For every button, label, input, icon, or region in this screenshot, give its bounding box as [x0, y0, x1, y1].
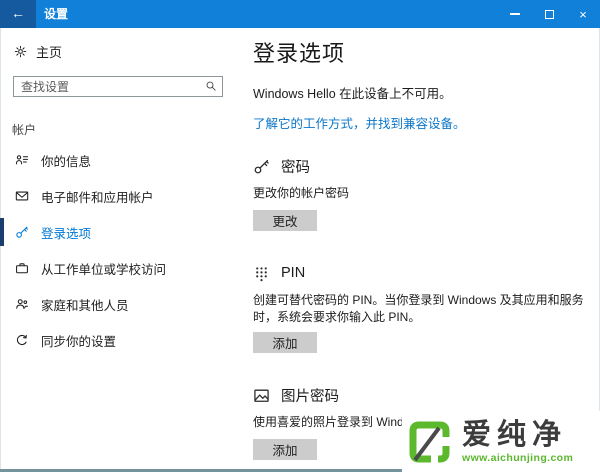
windows-hello-status: Windows Hello 在此设备上不可用。 — [253, 87, 452, 101]
email-icon — [15, 191, 29, 201]
add-pin-button[interactable]: 添加 — [253, 332, 317, 353]
back-arrow-icon: ← — [11, 5, 25, 21]
pin-section-header: PIN — [253, 263, 598, 283]
sidebar-section-label: 帐户 — [12, 123, 37, 137]
sidebar-item-label: 你的信息 — [41, 154, 92, 169]
window-title: 设置 — [44, 7, 69, 21]
picture-icon — [254, 389, 269, 402]
sidebar-item-home[interactable]: 主页 — [14, 41, 62, 61]
close-button[interactable]: × — [566, 0, 600, 28]
password-section-desc: 更改你的帐户密码 — [253, 186, 350, 200]
watermark-text: 爱纯净 www.aichunjing.com — [462, 420, 573, 464]
main-content: 登录选项 Windows Hello 在此设备上不可用。 了解它的工作方式，并找… — [253, 28, 598, 472]
settings-search — [13, 76, 223, 97]
sidebar-home-label: 主页 — [36, 44, 63, 60]
key-icon — [16, 226, 28, 238]
pin-pad-icon — [256, 266, 267, 281]
password-section-header: 密码 — [253, 156, 598, 176]
minimize-icon — [510, 13, 520, 15]
window-controls: × — [498, 0, 600, 28]
sidebar-item-sync-settings[interactable]: 同步你的设置 — [0, 322, 235, 358]
page-title: 登录选项 — [253, 41, 346, 66]
watermark-brand: 爱纯净 — [462, 418, 568, 451]
sidebar-item-signin-options[interactable]: 登录选项 — [0, 214, 235, 250]
sidebar-item-work-school[interactable]: 从工作单位或学校访问 — [0, 250, 235, 286]
sidebar-item-label: 家庭和其他人员 — [41, 298, 129, 313]
change-password-button[interactable]: 更改 — [253, 210, 317, 231]
maximize-button[interactable] — [532, 0, 566, 28]
watermark-url: www.aichunjing.com — [462, 451, 574, 464]
minimize-button[interactable] — [498, 0, 532, 28]
sidebar-item-label: 同步你的设置 — [41, 334, 117, 349]
pin-section: PIN 创建可替代密码的 PIN。当你登录到 Windows 及其应用和服务时，… — [253, 263, 598, 353]
password-section: 密码 更改你的帐户密码 更改 — [253, 156, 598, 231]
sidebar-item-label: 从工作单位或学校访问 — [41, 262, 167, 277]
gear-icon — [14, 45, 27, 57]
sidebar-item-email-accounts[interactable]: 电子邮件和应用帐户 — [0, 178, 235, 214]
titlebar: ← 设置 × — [0, 0, 600, 28]
add-picture-password-button[interactable]: 添加 — [253, 439, 317, 460]
picture-password-section-title: 图片密码 — [281, 388, 339, 405]
sidebar-item-label: 电子邮件和应用帐户 — [41, 190, 154, 205]
people-icon — [16, 299, 28, 309]
settings-window: ← 设置 × 主页 帐户 — [0, 0, 600, 472]
pin-section-title: PIN — [281, 265, 306, 281]
maximize-icon — [544, 9, 554, 19]
sidebar-item-your-info[interactable]: 你的信息 — [0, 142, 235, 178]
picture-password-section-header: 图片密码 — [253, 385, 598, 405]
back-button[interactable]: ← — [0, 0, 36, 28]
windows-hello-learn-link[interactable]: 了解它的工作方式，并找到兼容设备。 — [253, 113, 466, 132]
close-icon: × — [579, 6, 587, 22]
sidebar-item-label: 登录选项 — [41, 226, 92, 241]
sidebar-item-family-people[interactable]: 家庭和其他人员 — [0, 286, 235, 322]
sync-icon — [16, 334, 27, 346]
search-icon — [206, 81, 216, 91]
briefcase-icon — [16, 263, 28, 274]
watermark: 爱纯净 www.aichunjing.com — [402, 411, 600, 472]
sidebar-nav: 你的信息 电子邮件和应用帐户 登录选项 从工作单位或学校访问 家庭和其他人员 同… — [0, 142, 235, 358]
pin-section-desc: 创建可替代密码的 PIN。当你登录到 Windows 及其应用和服务时，系统会要… — [253, 293, 584, 324]
key-icon — [254, 159, 269, 173]
password-section-title: 密码 — [281, 159, 310, 176]
contact-card-icon — [15, 155, 29, 165]
search-input[interactable] — [13, 76, 223, 97]
aichunjing-logo-icon — [409, 421, 450, 462]
